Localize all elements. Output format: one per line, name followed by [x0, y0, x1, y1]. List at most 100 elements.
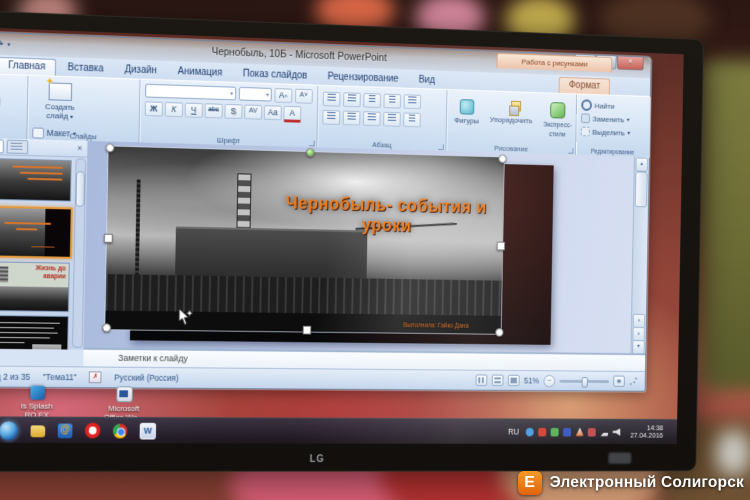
- explorer-icon[interactable]: [30, 425, 45, 437]
- underline-button[interactable]: Ч: [185, 103, 203, 118]
- shapes-icon: [459, 99, 474, 115]
- tray-language[interactable]: RU: [508, 427, 519, 437]
- slideshow-button[interactable]: [508, 375, 520, 386]
- clock-date: 27.04.2016: [630, 432, 663, 440]
- decrease-indent-icon: [369, 95, 376, 103]
- redo-icon[interactable]: ↷: [0, 38, 4, 49]
- replace-chevron-icon: ▾: [627, 116, 630, 123]
- tray-icon-2[interactable]: [539, 427, 547, 436]
- monitor: ↶ ↷ ▾ Чернобыль, 10Б - Microsoft PowerPo…: [0, 8, 704, 472]
- select-button[interactable]: Выделить ▾: [581, 125, 645, 140]
- align-center-button[interactable]: [343, 111, 361, 126]
- spellcheck-icon[interactable]: ✗: [89, 371, 102, 383]
- group-drawing: Фигуры Упорядочить Экспресс-стили: [446, 90, 577, 156]
- drawing-dialog-launcher[interactable]: [568, 148, 573, 154]
- align-right-icon: [368, 113, 376, 121]
- tray-icon-1[interactable]: [526, 427, 534, 436]
- chrome-icon[interactable]: [113, 423, 128, 438]
- mail-icon[interactable]: @: [58, 423, 73, 438]
- vertical-scrollbar[interactable]: ▴ « « ▾: [630, 156, 648, 355]
- tray-icon-5[interactable]: [588, 428, 596, 436]
- slide-thumbnail-3[interactable]: Жизнь до аварии: [0, 261, 70, 312]
- slide-thumbnail-4[interactable]: [0, 315, 69, 355]
- strikethrough-button[interactable]: abc: [204, 103, 222, 118]
- paragraph-dialog-launcher[interactable]: [438, 144, 444, 150]
- find-icon: [581, 99, 592, 111]
- font-color-button[interactable]: А: [283, 106, 301, 123]
- slides-panel: ✕: [0, 137, 88, 350]
- previous-slide-icon[interactable]: «: [633, 314, 645, 328]
- numbering-button[interactable]: [343, 92, 361, 107]
- line-spacing-button[interactable]: [403, 94, 421, 109]
- select-icon: [581, 127, 590, 137]
- align-left-button[interactable]: [322, 110, 340, 125]
- zoom-slider[interactable]: [560, 379, 609, 382]
- arrange-button[interactable]: Упорядочить: [487, 98, 536, 140]
- zoom-out-button[interactable]: −: [543, 375, 555, 387]
- normal-view-button[interactable]: [476, 374, 488, 385]
- increase-indent-button[interactable]: [383, 94, 401, 109]
- justify-button[interactable]: [383, 112, 401, 127]
- tab-insert[interactable]: Вставка: [58, 60, 114, 78]
- next-slide-icon[interactable]: «: [632, 327, 644, 341]
- tab-view[interactable]: Вид: [409, 73, 444, 89]
- group-paragraph: Абзац: [317, 86, 447, 152]
- photo-scene: ↶ ↷ ▾ Чернобыль, 10Б - Microsoft PowerPo…: [0, 0, 750, 500]
- bullets-button[interactable]: [323, 92, 341, 107]
- resize-grip[interactable]: [629, 377, 638, 386]
- slide-sorter-button[interactable]: [492, 375, 504, 386]
- panel-scrollbar-thumb[interactable]: [76, 171, 85, 207]
- group-clipboard: ✂: [0, 73, 28, 140]
- scrollbar-thumb[interactable]: [635, 171, 648, 207]
- tray-icon-4[interactable]: [563, 428, 571, 437]
- tab-outline[interactable]: [7, 140, 29, 154]
- bullets-icon: [327, 94, 335, 102]
- language-indicator[interactable]: Русский (Россия): [114, 373, 179, 383]
- shrink-font-button[interactable]: A˅: [295, 89, 313, 104]
- char-spacing-button[interactable]: AV: [244, 105, 262, 120]
- bold-button[interactable]: Ж: [145, 101, 163, 116]
- slide-thumbnail-2-selected[interactable]: [0, 206, 73, 259]
- tab-slides-thumbnails[interactable]: [0, 139, 4, 153]
- line-spacing-icon: [408, 96, 416, 104]
- slide-thumbnail-1[interactable]: [0, 158, 72, 202]
- close-button[interactable]: ✕: [617, 56, 643, 70]
- word-taskbar-icon[interactable]: W: [140, 422, 157, 439]
- network-icon[interactable]: [600, 428, 608, 436]
- opera-icon[interactable]: [85, 423, 101, 439]
- change-case-button[interactable]: Аа: [264, 105, 282, 120]
- select-label: Выделить: [592, 127, 625, 136]
- columns-button[interactable]: [403, 113, 421, 128]
- tray-icon-3[interactable]: [551, 427, 559, 436]
- editing-area: ✕: [0, 137, 649, 355]
- volume-icon[interactable]: [613, 428, 621, 436]
- tray-clock[interactable]: 14:38 27.04.2016: [630, 424, 663, 440]
- columns-icon: [409, 115, 416, 123]
- panel-close-icon[interactable]: ✕: [77, 145, 83, 153]
- chevron-down-icon: ▾: [230, 90, 233, 97]
- quick-styles-button[interactable]: Экспресс-стили: [540, 100, 575, 142]
- tab-design[interactable]: Дизайн: [115, 62, 167, 79]
- tab-format[interactable]: Формат: [559, 77, 610, 95]
- grow-font-button[interactable]: A˄: [274, 88, 292, 103]
- align-right-button[interactable]: [363, 111, 381, 126]
- zoom-slider-thumb[interactable]: [582, 377, 588, 387]
- italic-button[interactable]: К: [165, 102, 183, 117]
- zoom-level: 51%: [524, 376, 539, 386]
- scroll-down-icon[interactable]: ▾: [632, 340, 644, 354]
- tray-icon-vlc[interactable]: [576, 428, 584, 436]
- text-shadow-button[interactable]: S: [224, 104, 242, 119]
- new-slide-chevron-icon: ▾: [70, 115, 73, 121]
- font-name-select[interactable]: ▾: [145, 84, 236, 101]
- new-slide-button[interactable]: ✦ Создать слайд ▾: [32, 80, 87, 125]
- tab-home[interactable]: Главная: [0, 57, 56, 76]
- chernobyl-photo[interactable]: [105, 146, 504, 333]
- start-button[interactable]: [0, 421, 18, 440]
- decrease-indent-button[interactable]: [363, 93, 381, 108]
- shapes-button[interactable]: Фигуры: [451, 97, 482, 139]
- scroll-up-icon[interactable]: ▴: [635, 157, 647, 171]
- font-size-select[interactable]: ▾: [239, 87, 272, 102]
- font-dialog-launcher[interactable]: [309, 140, 315, 146]
- slide-title[interactable]: Чернобыль- события и уроки: [266, 193, 505, 239]
- fit-to-window-button[interactable]: [613, 376, 625, 387]
